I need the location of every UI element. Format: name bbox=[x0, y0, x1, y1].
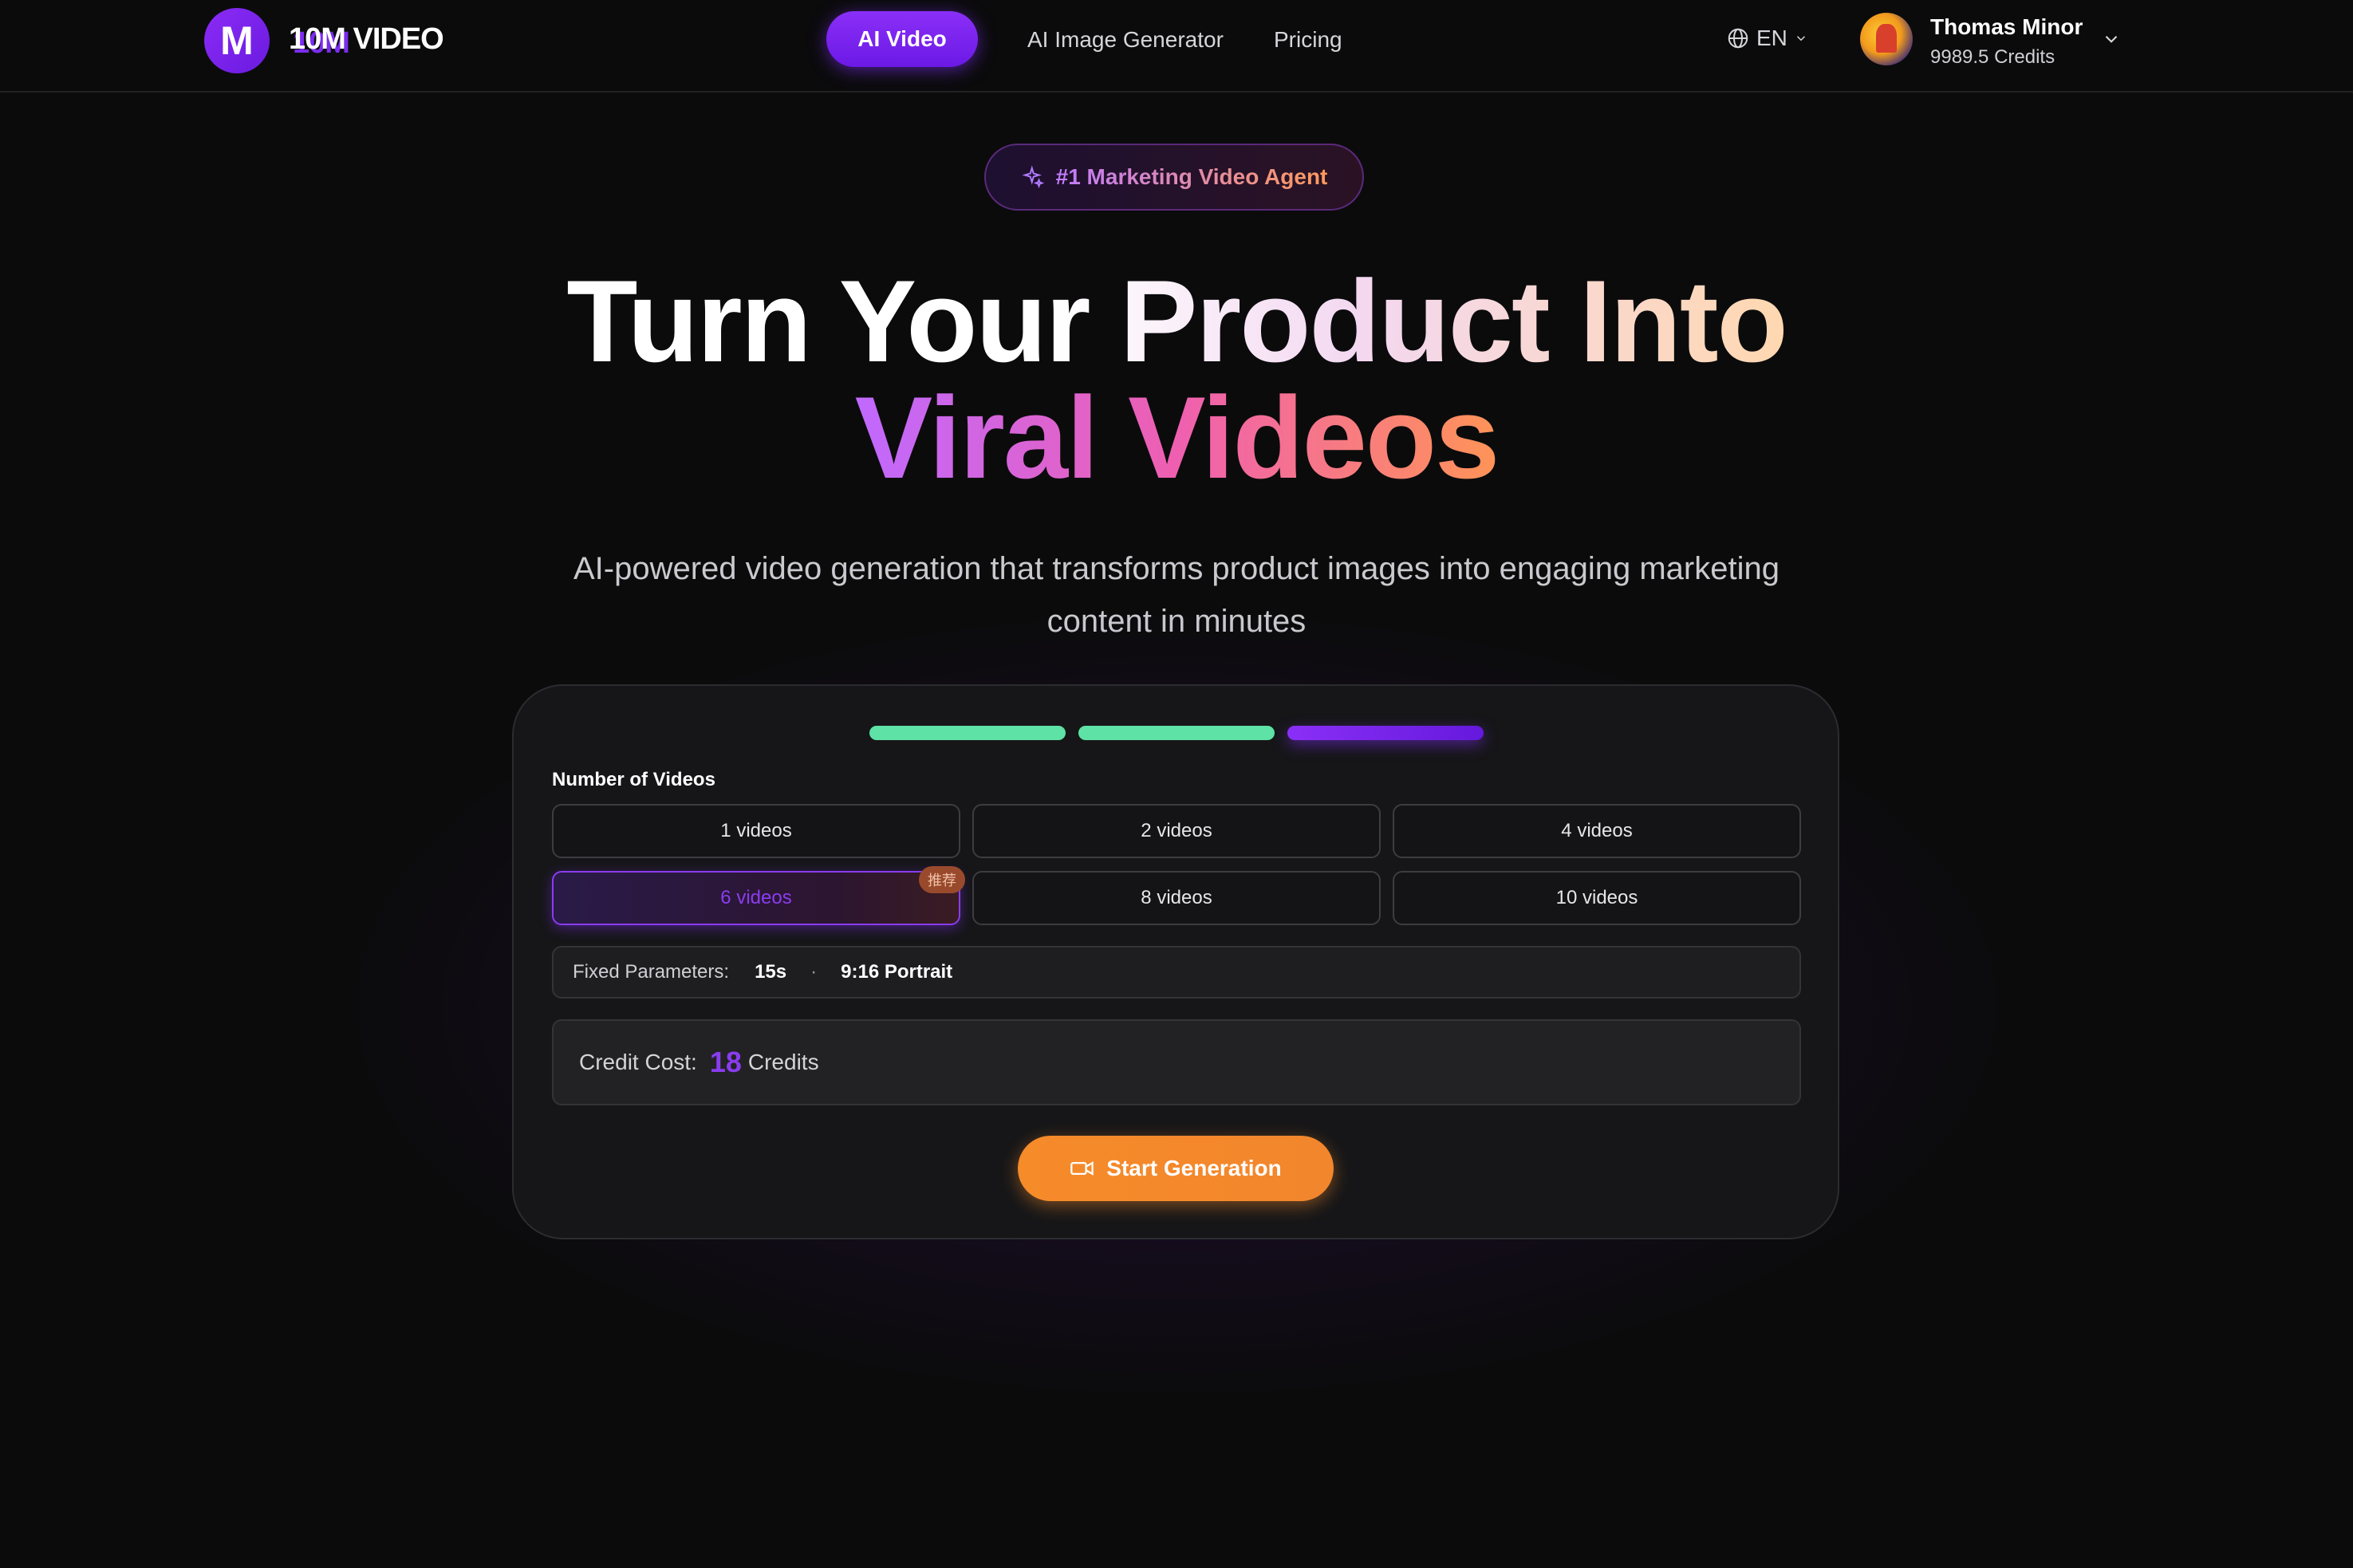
option-8-videos[interactable]: 8 videos bbox=[972, 871, 1381, 925]
step-1 bbox=[869, 726, 1066, 740]
option-1-videos[interactable]: 1 videos bbox=[552, 804, 960, 858]
nav-pricing[interactable]: Pricing bbox=[1274, 27, 1342, 53]
nav-ai-video[interactable]: AI Video bbox=[826, 11, 978, 67]
user-credits: 9989.5 Credits bbox=[1930, 46, 2055, 68]
generation-card: Number of Videos 1 videos 2 videos 4 vid… bbox=[512, 684, 1839, 1239]
option-10-videos[interactable]: 10 videos bbox=[1393, 871, 1801, 925]
option-2-videos[interactable]: 2 videos bbox=[972, 804, 1381, 858]
language-selector[interactable]: EN bbox=[1726, 26, 1808, 51]
hero-title-line1: Turn Your Product Into bbox=[566, 256, 1787, 386]
fixed-aspect: 9:16 Portrait bbox=[841, 961, 953, 983]
option-6-videos-label: 6 videos bbox=[720, 887, 792, 908]
badge-text: #1 Marketing Video Agent bbox=[1055, 164, 1328, 189]
user-menu-chevron-icon[interactable] bbox=[2101, 29, 2122, 49]
step-2 bbox=[1078, 726, 1275, 740]
hero-title-line2: Viral Videos bbox=[854, 372, 1500, 502]
marketing-agent-badge: #1 Marketing Video Agent bbox=[984, 144, 1364, 211]
top-nav-bar: M 10M VIDEO AI Video AI Image Generator … bbox=[0, 0, 2353, 93]
recommended-badge: 推荐 bbox=[919, 866, 965, 893]
video-camera-icon bbox=[1070, 1161, 1094, 1176]
logo-text[interactable]: 10M VIDEO bbox=[289, 22, 444, 57]
fixed-parameters: Fixed Parameters: 15s · 9:16 Portrait bbox=[552, 946, 1801, 999]
hero-subtitle: AI-powered video generation that transfo… bbox=[573, 551, 1780, 639]
credit-cost-label: Credit Cost: bbox=[579, 1050, 697, 1074]
start-generation-label: Start Generation bbox=[1106, 1156, 1282, 1180]
globe-icon bbox=[1728, 28, 1748, 49]
number-of-videos-label: Number of Videos bbox=[552, 769, 715, 790]
hero-title: Turn Your Product Into Viral Videos bbox=[0, 263, 2353, 496]
sparkles-icon bbox=[1022, 165, 1044, 189]
option-4-videos[interactable]: 4 videos bbox=[1393, 804, 1801, 858]
logo-letter: M bbox=[220, 18, 254, 63]
progress-steps bbox=[869, 726, 1484, 740]
fixed-parameters-label: Fixed Parameters: bbox=[573, 961, 730, 983]
avatar[interactable] bbox=[1860, 13, 1913, 65]
nav-ai-image-generator[interactable]: AI Image Generator bbox=[1027, 27, 1224, 53]
credit-cost-unit: Credits bbox=[747, 1050, 819, 1074]
logo-text-accent: 10M bbox=[289, 22, 346, 56]
fixed-duration: 15s bbox=[755, 961, 787, 983]
chevron-down-icon bbox=[1796, 36, 1805, 41]
logo-icon[interactable]: M bbox=[204, 8, 270, 73]
fixed-separator: · bbox=[810, 961, 818, 983]
option-6-videos[interactable]: 6 videos 推荐 bbox=[552, 866, 965, 925]
credit-cost-amount: 18 bbox=[709, 1046, 742, 1078]
logo-text-main: VIDEO bbox=[345, 22, 443, 56]
start-generation-button[interactable]: Start Generation bbox=[1018, 1136, 1334, 1201]
user-name[interactable]: Thomas Minor bbox=[1930, 14, 2083, 40]
credit-cost-box: Credit Cost: 18 Credits bbox=[552, 1019, 1801, 1105]
language-label: EN bbox=[1756, 26, 1787, 50]
step-3 bbox=[1287, 726, 1484, 740]
